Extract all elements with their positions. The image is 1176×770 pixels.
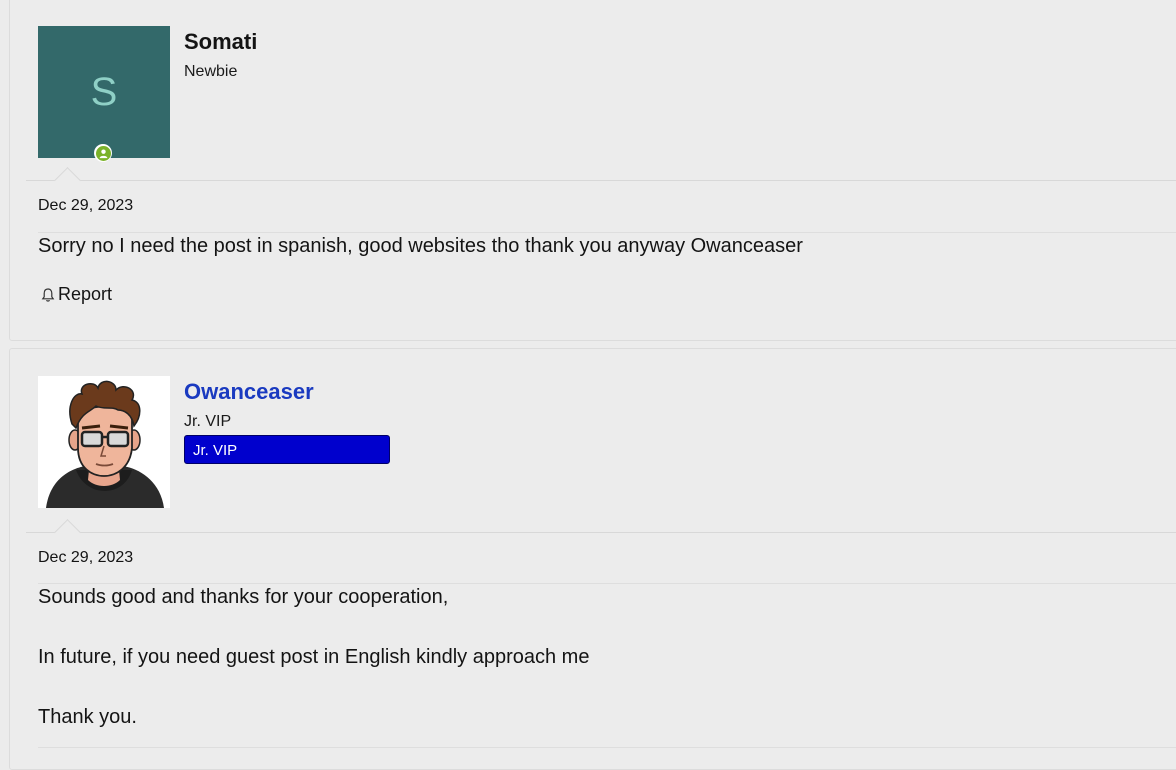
- post-body-line-2: In future, if you need guest post in Eng…: [38, 646, 590, 668]
- post-date[interactable]: Dec 29, 2023: [38, 197, 133, 215]
- post-somati: S Somati Newbie Dec 29, 2023 Sorry no I …: [9, 0, 1176, 341]
- pointer-arrow: [54, 167, 81, 194]
- avatar-somati[interactable]: S: [38, 26, 170, 162]
- post-body-line-1: Sounds good and thanks for your cooperat…: [38, 586, 449, 608]
- avatar-owanceaser[interactable]: [38, 376, 170, 508]
- pointer-arrow: [54, 519, 81, 546]
- username-link[interactable]: Owanceaser: [184, 379, 314, 405]
- divider: [38, 747, 1176, 748]
- divider: [38, 583, 1176, 584]
- report-label: Report: [58, 284, 113, 304]
- cartoon-avatar-image: [38, 376, 170, 508]
- post-body-line-3: Thank you.: [38, 706, 137, 728]
- post-date[interactable]: Dec 29, 2023: [38, 549, 133, 567]
- username[interactable]: Somati: [184, 29, 257, 55]
- user-title: Jr. VIP: [184, 413, 232, 430]
- report-button[interactable]: Report: [40, 284, 112, 305]
- avatar-letter: S: [38, 26, 170, 158]
- divider: [26, 180, 1176, 181]
- divider: [26, 532, 1176, 533]
- divider: [38, 232, 1176, 233]
- user-title: Newbie: [184, 63, 238, 80]
- online-status-icon: [94, 144, 112, 162]
- user-banner: Jr. VIP: [184, 435, 390, 464]
- bell-icon: [41, 287, 55, 302]
- post-owanceaser: Owanceaser Jr. VIP Jr. VIP Dec 29, 2023 …: [9, 348, 1176, 770]
- post-body: Sorry no I need the post in spanish, goo…: [38, 235, 803, 257]
